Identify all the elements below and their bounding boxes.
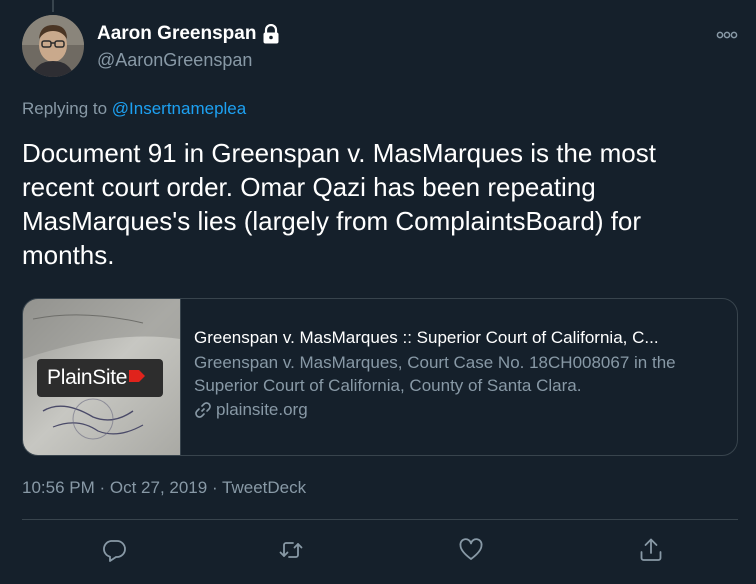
more-options-icon[interactable] [716,28,738,40]
share-icon[interactable] [637,536,665,564]
card-domain: plainsite.org [194,398,724,421]
card-domain-text: plainsite.org [216,400,308,419]
lock-icon [262,23,280,44]
card-description: Greenspan v. MasMarques, Court Case No. … [194,353,676,395]
link-icon [194,401,212,419]
reply-icon[interactable] [100,536,128,564]
card-body: Greenspan v. MasMarques :: Superior Cour… [194,327,724,421]
action-bar [0,536,756,566]
tweet: Aaron Greenspan @AaronGreenspan Replying… [0,0,756,584]
link-card[interactable]: PlainSite Greenspan v. MasMarques :: Sup… [22,298,738,456]
card-thumbnail: PlainSite [23,299,181,455]
avatar[interactable] [22,15,84,77]
author-handle[interactable]: @AaronGreenspan [97,50,252,71]
tweet-text: Document 91 in Greenspan v. MasMarques i… [22,138,656,270]
reply-mention-link[interactable]: @Insertnameplea [112,99,246,118]
replying-to: Replying to @Insertnameplea [22,99,246,119]
plainsite-logo-text: PlainSite [47,366,128,389]
display-name[interactable]: Aaron Greenspan [97,23,256,45]
author-name-row[interactable]: Aaron Greenspan [97,23,280,45]
replying-prefix: Replying to [22,99,112,118]
like-icon[interactable] [457,536,485,564]
plainsite-logo: PlainSite [47,365,146,391]
thread-line [52,0,54,12]
logo-arrow-icon [128,368,146,389]
tweet-timestamp[interactable]: 10:56 PM · Oct 27, 2019 · TweetDeck [22,478,306,498]
retweet-icon[interactable] [277,536,305,564]
divider [22,519,738,520]
card-title: Greenspan v. MasMarques :: Superior Cour… [194,328,659,347]
